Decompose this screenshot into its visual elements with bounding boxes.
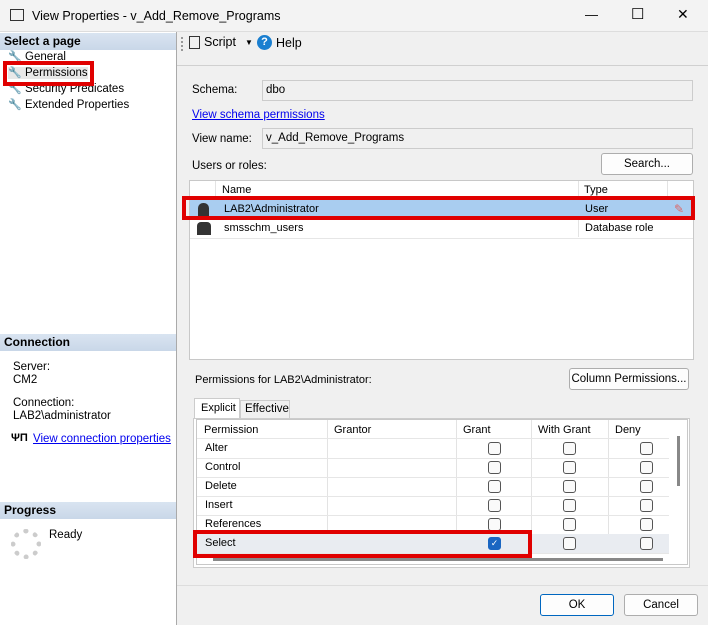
- connection-label: Connection:: [13, 397, 75, 409]
- permission-row[interactable]: Control: [197, 458, 669, 477]
- permission-name: Alter: [205, 442, 228, 454]
- grant-checkbox[interactable]: [488, 461, 501, 474]
- column-header-name[interactable]: Name: [222, 184, 251, 196]
- progress-status: Ready: [49, 529, 83, 541]
- with-grant-checkbox[interactable]: [563, 518, 576, 531]
- progress-header: Progress: [0, 502, 176, 519]
- connection-header: Connection: [0, 334, 176, 351]
- view-schema-permissions-link[interactable]: View schema permissions: [192, 109, 325, 121]
- permissions-for-label: Permissions for LAB2\Administrator:: [195, 374, 372, 386]
- search-button[interactable]: Search...: [601, 153, 693, 175]
- deny-checkbox[interactable]: [640, 442, 653, 455]
- column-permissions-button[interactable]: Column Permissions...: [569, 368, 689, 390]
- vertical-scrollbar[interactable]: [677, 436, 680, 486]
- window-icon: [10, 9, 24, 21]
- with-grant-checkbox[interactable]: [563, 480, 576, 493]
- title-bar: View Properties - v_Add_Remove_Programs …: [0, 0, 708, 32]
- permission-name: Insert: [205, 499, 233, 511]
- minimize-button[interactable]: —: [585, 7, 598, 22]
- grant-checkbox[interactable]: [488, 442, 501, 455]
- progress-spinner-icon: [11, 529, 41, 559]
- highlight-user-row: [182, 196, 695, 220]
- schema-field[interactable]: dbo: [262, 80, 693, 101]
- deny-checkbox[interactable]: [640, 518, 653, 531]
- column-header-type[interactable]: Type: [584, 184, 608, 196]
- script-icon: [189, 35, 200, 49]
- permission-row[interactable]: Delete: [197, 477, 669, 496]
- footer-divider: [177, 585, 708, 586]
- with-grant-checkbox[interactable]: [563, 442, 576, 455]
- wrench-icon: 🔧: [8, 99, 22, 111]
- grant-checkbox[interactable]: [488, 499, 501, 512]
- highlight-select-row: [193, 530, 532, 558]
- script-label: Script: [204, 35, 236, 49]
- help-icon: ?: [257, 35, 272, 50]
- permission-name: References: [205, 518, 262, 530]
- help-button[interactable]: ? Help: [257, 35, 302, 50]
- with-grant-checkbox[interactable]: [563, 461, 576, 474]
- view-name-label: View name:: [192, 133, 252, 145]
- cancel-button[interactable]: Cancel: [624, 594, 698, 616]
- column-header[interactable]: Grant: [463, 424, 491, 436]
- horizontal-scrollbar[interactable]: [213, 558, 663, 561]
- column-header[interactable]: With Grant: [538, 424, 591, 436]
- toolbar-grip: [181, 37, 183, 51]
- ok-button[interactable]: OK: [540, 594, 614, 616]
- column-header[interactable]: Grantor: [334, 424, 371, 436]
- script-button[interactable]: Script ▼: [189, 35, 253, 49]
- row-type: Database role: [585, 222, 654, 234]
- with-grant-checkbox[interactable]: [563, 537, 576, 550]
- highlight-permissions: [3, 61, 94, 86]
- view-name-field[interactable]: v_Add_Remove_Programs: [262, 128, 693, 149]
- left-panel: Select a page 🔧 General 🔧 Permissions 🔧 Sec…: [0, 32, 177, 625]
- users-roles-label: Users or roles:: [192, 160, 267, 172]
- connection-value: LAB2\administrator: [13, 410, 111, 422]
- maximize-button[interactable]: ☐: [631, 5, 644, 23]
- server-label: Server:: [13, 361, 51, 373]
- permission-name: Delete: [205, 480, 237, 492]
- deny-checkbox[interactable]: [640, 537, 653, 550]
- close-button[interactable]: ✕: [677, 6, 689, 23]
- column-header[interactable]: Permission: [204, 424, 258, 436]
- with-grant-checkbox[interactable]: [563, 499, 576, 512]
- permission-row[interactable]: Insert: [197, 496, 669, 515]
- tab-explicit[interactable]: Explicit: [194, 398, 240, 419]
- schema-label: Schema:: [192, 84, 238, 96]
- table-row[interactable]: smsschm_users Database role: [190, 219, 693, 238]
- server-value: CM2: [13, 374, 38, 386]
- select-page-header: Select a page: [0, 33, 176, 50]
- permission-name: Control: [205, 461, 241, 473]
- window-title: View Properties - v_Add_Remove_Programs: [32, 9, 281, 23]
- plug-icon: ΨΠ: [11, 432, 28, 444]
- page-extended-properties[interactable]: 🔧 Extended Properties: [8, 99, 129, 111]
- permission-row[interactable]: Alter: [197, 439, 669, 458]
- deny-checkbox[interactable]: [640, 461, 653, 474]
- page-label: Extended Properties: [25, 99, 130, 111]
- deny-checkbox[interactable]: [640, 480, 653, 493]
- dropdown-arrow-icon: ▼: [244, 37, 253, 47]
- grant-checkbox[interactable]: [488, 480, 501, 493]
- column-header[interactable]: Deny: [615, 424, 641, 436]
- row-name: smsschm_users: [224, 222, 304, 234]
- help-label: Help: [276, 35, 302, 50]
- role-icon: [197, 222, 211, 235]
- view-connection-properties-link[interactable]: View connection properties: [33, 433, 171, 445]
- toolbar-divider: [177, 65, 708, 66]
- deny-checkbox[interactable]: [640, 499, 653, 512]
- tab-effective[interactable]: Effective: [240, 400, 290, 418]
